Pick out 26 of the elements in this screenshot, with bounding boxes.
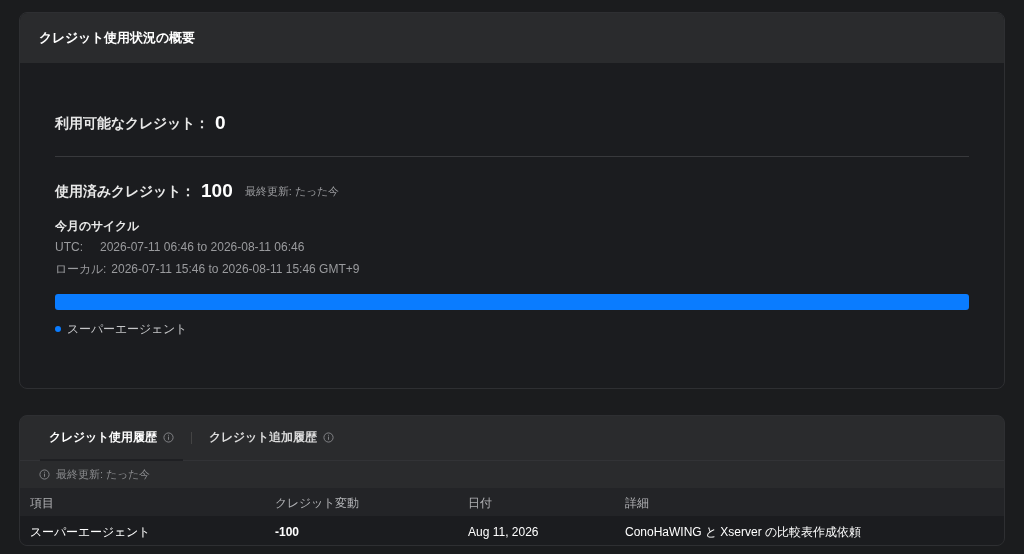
last-updated-text: 最終更新: たった今 (244, 183, 339, 199)
history-tab[interactable]: クレジット使用履歴 (40, 416, 183, 461)
table-cell: Aug 11, 2026 (468, 524, 539, 539)
legend-label: スーパーエージェント (67, 321, 187, 338)
card-title: クレジット使用状況の概要 (39, 29, 195, 48)
table-cell: -100 (275, 524, 300, 539)
available-credits-label: 利用可能なクレジット： (55, 113, 209, 133)
table-cell: スーパーエージェント (30, 524, 150, 539)
local-range: 2026-07-11 15:46 to 2026-08-11 15:46 GMT+9 (111, 261, 360, 278)
last-updated-text: 最終更新: たった今 (56, 467, 151, 483)
info-icon (39, 469, 50, 480)
history-tab[interactable]: クレジット追加履歴 (200, 416, 343, 461)
info-icon (163, 431, 174, 443)
column-header: 詳細 (625, 496, 649, 510)
used-credits-label: 使用済みクレジット： (55, 181, 195, 201)
column-header: クレジット変動 (275, 496, 359, 510)
available-credits-value: 0 (215, 110, 226, 135)
column-header: 項目 (30, 496, 54, 510)
utc-label: UTC: (55, 239, 84, 256)
cycle-title: 今月のサイクル (55, 218, 139, 235)
info-icon (323, 431, 334, 443)
column-header: 日付 (468, 496, 492, 510)
utc-range: 2026-07-11 06:46 to 2026-08-11 06:46 (100, 239, 305, 256)
used-credits-value: 100 (201, 178, 233, 203)
table-cell: ConoHaWING と Xserver の比較表作成依頼 (625, 524, 862, 539)
local-label: ローカル: (55, 261, 107, 278)
